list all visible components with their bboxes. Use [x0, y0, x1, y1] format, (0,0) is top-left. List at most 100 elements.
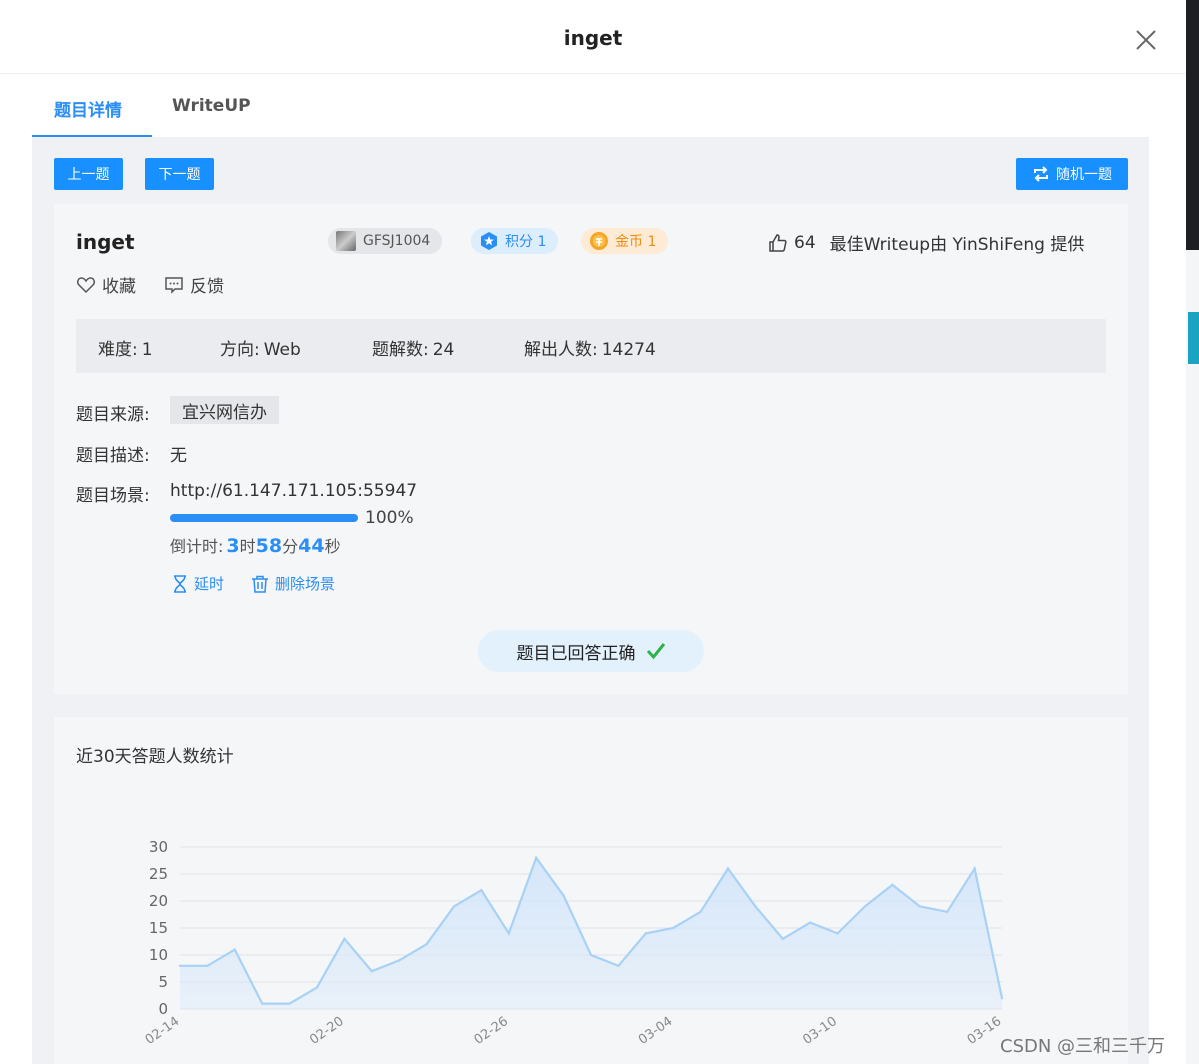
challenge-info-card: inget GFSJ1004 积分 1 金币 1 64 最佳Writeup由 Y… [54, 204, 1128, 694]
x-tick-label: 02-20 [307, 1014, 347, 1048]
best-writeup-text[interactable]: 最佳Writeup由 YinShiFeng 提供 [830, 230, 1085, 255]
series-area [180, 857, 1002, 1009]
prev-challenge-button[interactable]: 上一题 [54, 158, 123, 190]
dialog-title: inget [563, 26, 623, 50]
y-tick-label: 20 [149, 892, 168, 910]
countdown-seconds-unit: 秒 [324, 537, 341, 556]
delete-scene-label: 删除场景 [275, 575, 336, 593]
tab-challenge-details[interactable]: 题目详情 [54, 96, 122, 121]
challenge-id: GFSJ1004 [363, 233, 431, 249]
data-point [644, 932, 647, 935]
countdown-seconds: 44 [298, 535, 325, 557]
solutions-label: 题解数: [372, 340, 429, 360]
answered-correct-badge: 题目已回答正确 [478, 630, 704, 672]
y-tick-label: 25 [149, 865, 168, 883]
watermark: CSDN @三和三千万 [1000, 1036, 1166, 1057]
background-page-edge [1186, 0, 1199, 1064]
hourglass-icon [174, 574, 186, 593]
stats-bar: 难度: 1 方向: Web 题解数: 24 解出人数: 14274 [76, 319, 1106, 373]
difficulty-label: 难度: [98, 340, 138, 360]
y-tick-label: 15 [149, 919, 168, 937]
author-avatar-icon [336, 231, 356, 251]
delete-scene-button[interactable]: 删除场景 [251, 573, 335, 594]
data-point [535, 856, 538, 859]
data-point [726, 867, 730, 870]
random-challenge-button[interactable]: 随机一题 [1016, 158, 1128, 190]
chat-bubble-icon [165, 276, 183, 294]
score-label: 积分 1 [505, 234, 547, 250]
extend-label: 延时 [194, 575, 225, 593]
y-tick-label: 10 [149, 946, 168, 964]
coin-label: 金币 1 [615, 234, 657, 250]
close-icon[interactable] [1134, 28, 1158, 52]
coin-icon [590, 232, 608, 250]
description-value: 无 [170, 446, 187, 466]
trash-icon [252, 575, 268, 593]
data-point [452, 905, 456, 908]
source-tag: 宜兴网信办 [170, 396, 279, 424]
data-point [288, 1002, 291, 1005]
solvers-label: 解出人数: [524, 340, 598, 360]
scene-progress-bar [170, 514, 358, 522]
direction-value: Web [263, 340, 301, 360]
tab-writeup[interactable]: WriteUP [172, 96, 251, 116]
heart-icon [77, 276, 95, 293]
next-challenge-button[interactable]: 下一题 [145, 158, 214, 190]
data-point [398, 959, 401, 962]
thumbs-up-icon[interactable] [768, 233, 788, 253]
data-point [562, 894, 565, 897]
data-point [809, 921, 812, 924]
countdown-prefix: 倒计时: [170, 537, 224, 556]
favorite-button[interactable]: 收藏 [76, 272, 136, 297]
solutions-stat: 题解数: 24 [372, 335, 454, 360]
challenge-dialog: inget 题目详情 WriteUP 上一题 下一题 随机一题 inget GF… [0, 0, 1186, 1064]
direction-stat: 方向: Web [220, 335, 301, 360]
x-tick-label: 03-10 [800, 1014, 840, 1048]
solvers-value: 14274 [601, 340, 656, 360]
data-point [699, 910, 702, 913]
favorite-label: 收藏 [102, 277, 136, 297]
y-tick-label: 0 [158, 1000, 168, 1018]
data-point [672, 926, 675, 930]
y-tick-label: 30 [149, 838, 168, 856]
challenge-id-badge: GFSJ1004 [328, 228, 443, 254]
description-label: 题目描述: [76, 446, 150, 466]
scene-url[interactable]: http://61.147.171.105:55947 [170, 481, 417, 501]
x-tick-label: 03-16 [965, 1014, 1005, 1048]
countdown-hours-unit: 时 [239, 537, 256, 556]
data-point [836, 932, 839, 935]
data-point [178, 964, 182, 967]
difficulty-value: 1 [141, 340, 153, 360]
data-point [918, 905, 921, 908]
data-point [781, 937, 784, 940]
data-point [507, 932, 510, 935]
direction-label: 方向: [220, 340, 260, 360]
tab-content: 上一题 下一题 随机一题 inget GFSJ1004 积分 1 金币 1 64… [32, 137, 1149, 1064]
countdown: 倒计时: 3 时 58 分 44 秒 [170, 533, 341, 557]
countdown-minutes: 58 [255, 535, 283, 557]
random-button-label: 随机一题 [1056, 167, 1112, 183]
star-medal-icon [481, 232, 497, 250]
difficulty-stat: 难度: 1 [98, 335, 153, 360]
challenge-name: inget [76, 230, 135, 254]
data-point [973, 867, 976, 870]
x-tick-label: 02-26 [472, 1014, 512, 1048]
x-tick-label: 02-14 [143, 1014, 183, 1048]
data-point [589, 953, 593, 957]
scene-label: 题目场景: [76, 486, 150, 506]
x-tick-label: 03-04 [636, 1014, 676, 1048]
scene-progress-fill [170, 514, 358, 522]
data-point [233, 948, 236, 951]
source-label: 题目来源: [76, 405, 150, 425]
solutions-value: 24 [432, 340, 455, 360]
coin-badge: 金币 1 [581, 228, 669, 254]
answers-line-chart: 0 5 10 15 20 25 30 02-14 02-20 02-26 03-04 03-10 03-… [143, 838, 1005, 1048]
extend-time-button[interactable]: 延时 [172, 573, 224, 594]
data-point [617, 964, 620, 967]
data-point [863, 905, 867, 908]
likes-count: 64 [794, 232, 816, 253]
data-point [343, 937, 346, 940]
feedback-button[interactable]: 反馈 [164, 272, 224, 297]
solvers-stat: 解出人数: 14274 [524, 335, 656, 360]
data-point [206, 964, 209, 967]
